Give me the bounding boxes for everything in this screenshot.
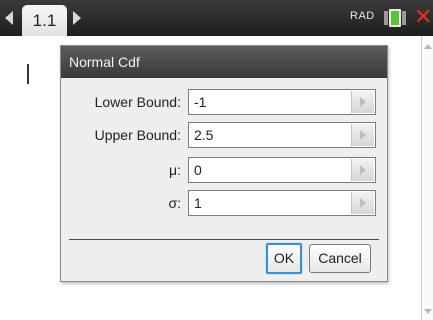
dialog-divider xyxy=(69,239,379,240)
lower-bound-menu-button[interactable] xyxy=(351,91,374,113)
upper-bound-field[interactable]: 2.5 xyxy=(188,122,376,148)
battery-icon xyxy=(384,9,406,27)
lower-bound-value: -1 xyxy=(194,94,207,110)
top-bar: 1.1 RAD ✕ xyxy=(0,0,433,36)
normal-cdf-dialog: Normal Cdf Lower Bound: -1 Upper Bound: … xyxy=(60,45,388,282)
lower-bound-label: Lower Bound: xyxy=(94,94,181,110)
upper-bound-label: Upper Bound: xyxy=(94,127,181,143)
upper-bound-menu-button[interactable] xyxy=(351,124,374,146)
sigma-field[interactable]: 1 xyxy=(188,190,376,216)
mu-label: μ: xyxy=(169,162,181,178)
angle-mode-indicator: RAD xyxy=(350,10,375,22)
right-arrow-icon xyxy=(360,97,366,107)
right-arrow-icon[interactable] xyxy=(73,11,81,25)
sigma-menu-button[interactable] xyxy=(351,192,374,214)
mu-value: 0 xyxy=(194,162,202,178)
mu-menu-button[interactable] xyxy=(351,159,374,181)
scroll-up-icon[interactable] xyxy=(424,44,432,49)
right-arrow-icon xyxy=(360,165,366,175)
left-arrow-icon[interactable] xyxy=(5,11,13,25)
upper-bound-value: 2.5 xyxy=(194,127,214,143)
sigma-label: σ: xyxy=(168,195,181,211)
scrollbar[interactable] xyxy=(421,36,433,320)
lower-bound-field[interactable]: -1 xyxy=(188,89,376,115)
right-arrow-icon xyxy=(360,130,366,140)
cancel-button[interactable]: Cancel xyxy=(309,244,371,273)
dialog-title: Normal Cdf xyxy=(61,46,387,78)
close-icon[interactable]: ✕ xyxy=(414,7,433,29)
tab-1-1[interactable]: 1.1 xyxy=(22,5,67,36)
right-arrow-icon xyxy=(360,198,366,208)
ok-button[interactable]: OK xyxy=(266,243,302,274)
text-cursor xyxy=(27,64,29,84)
mu-field[interactable]: 0 xyxy=(188,157,376,183)
sigma-value: 1 xyxy=(194,195,202,211)
scroll-down-icon[interactable] xyxy=(424,309,432,314)
